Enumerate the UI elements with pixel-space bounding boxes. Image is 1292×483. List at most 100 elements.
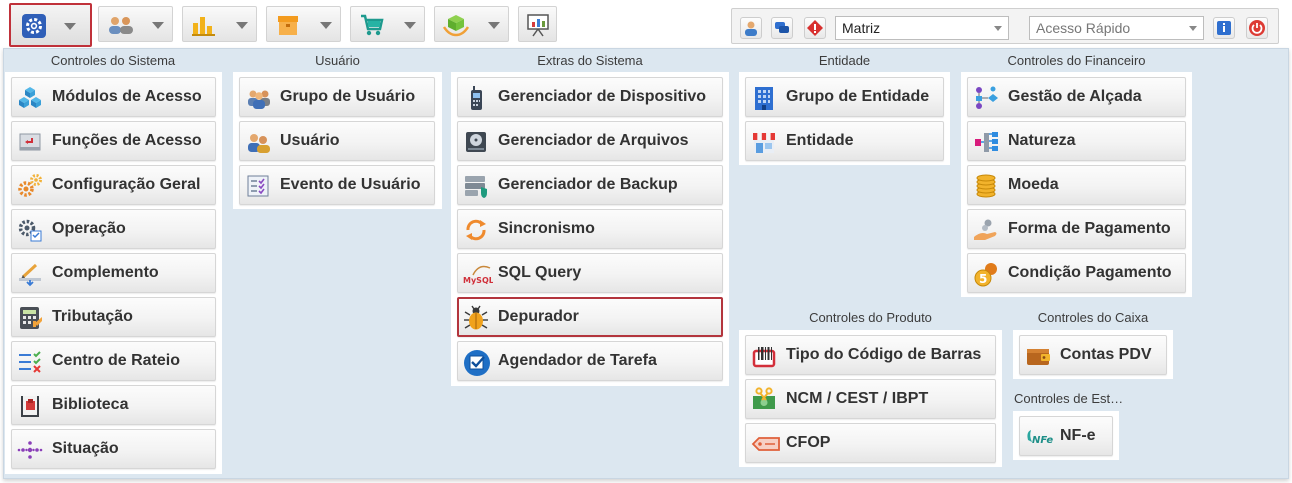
menu-item-natureza[interactable]: Natureza [967, 121, 1186, 161]
menu-item-moeda[interactable]: Moeda [967, 165, 1186, 205]
info-button[interactable] [1213, 17, 1235, 39]
bug-icon [463, 305, 489, 331]
store-icon [751, 129, 777, 155]
coins-icon [973, 173, 999, 199]
top-toolbar: Matriz Acesso Rápido [0, 0, 1292, 48]
menu-item-tipo-codigo-barras[interactable]: Tipo do Código de Barras [745, 335, 996, 375]
menu-item-entidade[interactable]: Entidade [745, 121, 944, 161]
menu-item-label: Configuração Geral [52, 176, 201, 193]
stock-menu-button[interactable] [266, 6, 341, 42]
group-financeiro: Gestão de Alçada Natureza Moeda Forma de… [961, 72, 1192, 297]
menu-item-condicao-pagamento[interactable]: 5 Condição Pagamento [967, 253, 1186, 293]
chevron-down-icon [994, 26, 1002, 31]
group-title-usuario: Usuário [315, 53, 360, 68]
menu-item-ncm-cest-ibpt[interactable]: NCM / CEST / IBPT [745, 379, 996, 419]
group-title-caixa: Controles do Caixa [1037, 310, 1149, 325]
menu-item-label: Operação [52, 220, 126, 237]
menu-item-label: Gerenciador de Dispositivo [498, 88, 707, 105]
phone-device-icon [463, 85, 489, 111]
reports-menu-button[interactable] [182, 6, 257, 42]
pencil-tray-icon [17, 261, 43, 287]
menu-item-label: Grupo de Usuário [280, 88, 416, 105]
login-screen-icon [17, 129, 43, 155]
presentation-icon [525, 13, 551, 37]
menu-item-centro-rateio[interactable]: Centro de Rateio [11, 341, 216, 381]
shopping-cart-icon [359, 13, 385, 37]
box-icon [275, 13, 301, 37]
menu-item-gerenciador-dispositivo[interactable]: Gerenciador de Dispositivo [457, 77, 723, 117]
menu-item-label: Complemento [52, 264, 159, 281]
system-menu-button[interactable] [9, 3, 92, 47]
quick-access-select[interactable]: Acesso Rápido [1029, 16, 1204, 40]
menu-item-label: Gerenciador de Arquivos [498, 132, 689, 149]
svg-text:5: 5 [979, 272, 987, 286]
menu-item-sql-query[interactable]: MySQL SQL Query [457, 253, 723, 293]
users-menu-button[interactable] [98, 6, 173, 42]
menu-item-label: Natureza [1008, 132, 1076, 149]
bar-chart-icon [191, 13, 217, 37]
building-icon [751, 85, 777, 111]
gears-icon [17, 173, 43, 199]
menu-item-label: Módulos de Acesso [52, 88, 202, 105]
menu-item-label: Entidade [786, 132, 854, 149]
chevron-down-icon [236, 22, 248, 29]
checklist-icon [17, 349, 43, 375]
menu-item-label: Agendador de Tarefa [498, 352, 657, 369]
menu-item-funcoes-acesso[interactable]: Funções de Acesso [11, 121, 216, 161]
menu-item-label: Gestão de Alçada [1008, 88, 1142, 105]
menu-item-label: NCM / CEST / IBPT [786, 390, 929, 407]
menu-item-operacao[interactable]: Operação [11, 209, 216, 249]
company-select-value: Matriz [842, 20, 881, 36]
menu-item-sincronismo[interactable]: Sincronismo [457, 209, 723, 249]
nfe-logo-icon: NFe [1025, 424, 1055, 450]
logout-button[interactable] [1246, 17, 1268, 39]
chevron-down-icon [1189, 26, 1197, 31]
menu-item-label: Sincronismo [498, 220, 595, 237]
menu-item-gerenciador-arquivos[interactable]: Gerenciador de Arquivos [457, 121, 723, 161]
event-list-icon [245, 173, 271, 199]
group-title-sistema: Controles do Sistema [50, 53, 176, 68]
menu-item-depurador[interactable]: Depurador [457, 297, 723, 337]
cubes-icon [17, 85, 43, 111]
menu-item-gerenciador-backup[interactable]: Gerenciador de Backup [457, 165, 723, 205]
menu-item-usuario[interactable]: Usuário [239, 121, 435, 161]
gear-icon [21, 13, 47, 38]
header-controls: Matriz Acesso Rápido [731, 8, 1279, 44]
chevron-down-icon [320, 22, 332, 29]
hand-coin-icon [973, 217, 999, 243]
chat-icon [775, 22, 789, 33]
alert-button[interactable] [804, 17, 826, 39]
hierarchy-icon [973, 129, 999, 155]
menu-item-tributacao[interactable]: Tributação [11, 297, 216, 337]
chat-button[interactable] [771, 17, 793, 39]
purchases-menu-button[interactable] [434, 6, 509, 42]
menu-item-evento-usuario[interactable]: Evento de Usuário [239, 165, 435, 205]
menu-item-nfe[interactable]: NFe NF-e [1019, 416, 1113, 456]
users-group-icon [245, 85, 271, 111]
menu-item-grupo-usuario[interactable]: Grupo de Usuário [239, 77, 435, 117]
menu-item-modulos-acesso[interactable]: Módulos de Acesso [11, 77, 216, 117]
user-profile-button[interactable] [740, 17, 762, 39]
menu-item-agendador-tarefa[interactable]: Agendador de Tarefa [457, 341, 723, 381]
menu-item-cfop[interactable]: CFOP [745, 423, 996, 463]
menu-item-biblioteca[interactable]: Biblioteca [11, 385, 216, 425]
chevron-down-icon [64, 23, 76, 30]
menu-item-situacao[interactable]: Situação [11, 429, 216, 469]
menu-item-gestao-alcada[interactable]: Gestão de Alçada [967, 77, 1186, 117]
workflow-icon [973, 85, 999, 111]
menu-item-configuracao-geral[interactable]: Configuração Geral [11, 165, 216, 205]
users-icon [107, 13, 133, 37]
company-select[interactable]: Matriz [835, 16, 1009, 40]
menu-item-complemento[interactable]: Complemento [11, 253, 216, 293]
menu-item-contas-pdv[interactable]: Contas PDV [1019, 335, 1167, 375]
menu-item-grupo-entidade[interactable]: Grupo de Entidade [745, 77, 944, 117]
chevron-down-icon [404, 22, 416, 29]
menu-item-label: Contas PDV [1060, 346, 1152, 363]
menu-item-forma-pagamento[interactable]: Forma de Pagamento [967, 209, 1186, 249]
group-title-financeiro: Controles do Financeiro [1007, 53, 1146, 68]
presentation-button[interactable] [518, 6, 557, 42]
dots-cross-icon [17, 437, 43, 463]
wallet-icon [1025, 343, 1051, 369]
sales-menu-button[interactable] [350, 6, 425, 42]
menu-item-label: NF-e [1060, 427, 1096, 444]
